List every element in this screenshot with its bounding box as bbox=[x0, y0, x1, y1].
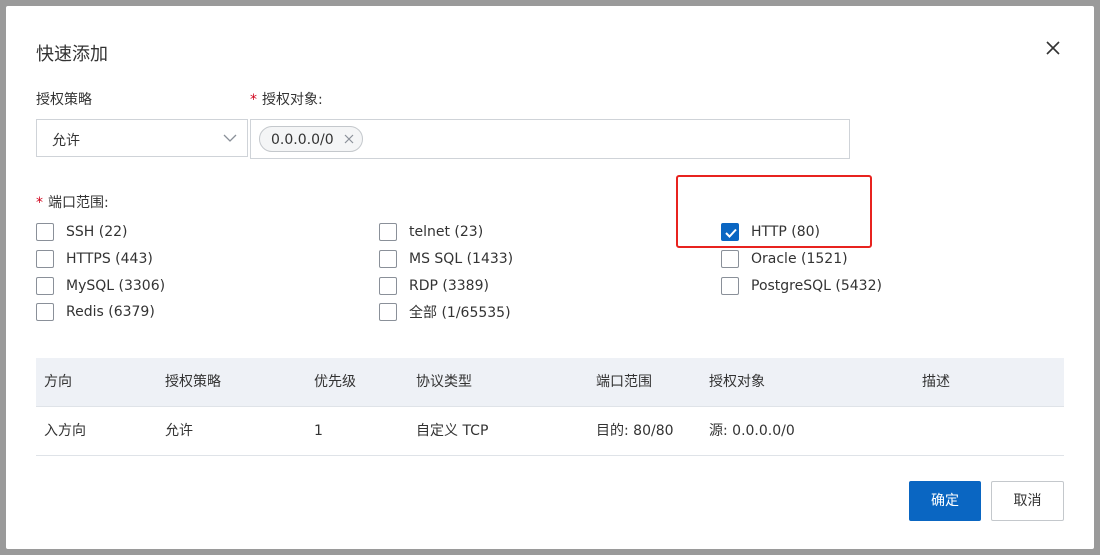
policy-select[interactable]: 允许 bbox=[36, 119, 248, 157]
close-icon[interactable] bbox=[1043, 38, 1063, 58]
highlight-box bbox=[676, 175, 872, 248]
target-tag-label: 0.0.0.0/0 bbox=[271, 132, 334, 148]
port-option-mysql[interactable]: MySQL (3306) bbox=[36, 275, 165, 297]
cell-target: 源: 0.0.0.0/0 bbox=[709, 423, 795, 439]
checkbox[interactable] bbox=[379, 250, 397, 268]
port-option-rdp[interactable]: RDP (3389) bbox=[379, 275, 489, 297]
target-tag: 0.0.0.0/0 bbox=[259, 126, 363, 152]
col-header-target: 授权对象 bbox=[709, 374, 765, 390]
cell-protocol: 自定义 TCP bbox=[416, 423, 489, 439]
table-row: 入方向 允许 1 自定义 TCP 目的: 80/80 源: 0.0.0.0/0 bbox=[36, 407, 1064, 456]
target-tag-input[interactable]: 0.0.0.0/0 bbox=[250, 119, 850, 159]
port-option-label: PostgreSQL (5432) bbox=[751, 278, 882, 294]
cell-policy: 允许 bbox=[165, 423, 193, 439]
checkbox[interactable] bbox=[379, 303, 397, 321]
confirm-button[interactable]: 确定 bbox=[909, 481, 981, 521]
policy-select-value: 允许 bbox=[52, 133, 80, 149]
col-header-port-range: 端口范围 bbox=[596, 374, 652, 390]
cell-direction: 入方向 bbox=[44, 423, 86, 439]
checkbox[interactable] bbox=[36, 223, 54, 241]
ports-label-text: 端口范围: bbox=[48, 195, 109, 211]
tag-remove-icon[interactable] bbox=[343, 133, 355, 145]
port-option-label: Oracle (1521) bbox=[751, 251, 848, 267]
checkbox[interactable] bbox=[36, 250, 54, 268]
port-option-label: MySQL (3306) bbox=[66, 278, 166, 294]
rule-preview-table: 方向 授权策略 优先级 协议类型 端口范围 授权对象 描述 入方向 允许 1 自… bbox=[36, 358, 1064, 456]
port-option-label: RDP (3389) bbox=[409, 278, 489, 294]
port-option-telnet[interactable]: telnet (23) bbox=[379, 221, 483, 243]
policy-label: 授权策略 bbox=[36, 92, 92, 108]
cancel-button[interactable]: 取消 bbox=[991, 481, 1064, 521]
checkbox[interactable] bbox=[721, 250, 739, 268]
port-option-postgresql[interactable]: PostgreSQL (5432) bbox=[721, 275, 882, 297]
port-option-label: SSH (22) bbox=[66, 224, 128, 240]
quick-add-dialog: 快速添加 授权策略 允许 * 授权对象: 0.0.0.0/0 * 端口范围: SSH… bbox=[6, 6, 1094, 549]
table-header: 方向 授权策略 优先级 协议类型 端口范围 授权对象 描述 bbox=[36, 358, 1064, 407]
port-option-ssh[interactable]: SSH (22) bbox=[36, 221, 128, 243]
port-option-label: MS SQL (1433) bbox=[409, 251, 514, 267]
col-header-policy: 授权策略 bbox=[165, 374, 221, 390]
col-header-protocol: 协议类型 bbox=[416, 374, 472, 390]
port-option-label: telnet (23) bbox=[409, 224, 484, 240]
col-header-direction: 方向 bbox=[44, 374, 72, 390]
required-mark: * bbox=[36, 195, 43, 211]
port-option-mssql[interactable]: MS SQL (1433) bbox=[379, 248, 513, 270]
port-option-label: Redis (6379) bbox=[66, 304, 155, 320]
col-header-priority: 优先级 bbox=[314, 374, 356, 390]
required-mark: * bbox=[250, 92, 257, 108]
checkbox[interactable] bbox=[379, 223, 397, 241]
target-label-text: 授权对象: bbox=[262, 92, 323, 108]
port-option-all[interactable]: 全部 (1/65535) bbox=[379, 301, 511, 323]
port-option-oracle[interactable]: Oracle (1521) bbox=[721, 248, 848, 270]
dialog-title: 快速添加 bbox=[36, 44, 108, 65]
port-option-label: HTTPS (443) bbox=[66, 251, 153, 267]
checkbox[interactable] bbox=[721, 277, 739, 295]
checkbox[interactable] bbox=[36, 277, 54, 295]
col-header-description: 描述 bbox=[922, 374, 950, 390]
port-option-redis[interactable]: Redis (6379) bbox=[36, 301, 155, 323]
port-option-https[interactable]: HTTPS (443) bbox=[36, 248, 153, 270]
chevron-down-icon bbox=[223, 134, 237, 142]
ports-label: * 端口范围: bbox=[36, 192, 109, 212]
target-label: * 授权对象: bbox=[250, 89, 323, 109]
checkbox[interactable] bbox=[36, 303, 54, 321]
port-option-label: 全部 (1/65535) bbox=[409, 305, 511, 321]
cell-priority: 1 bbox=[314, 423, 323, 439]
cell-port-range: 目的: 80/80 bbox=[596, 423, 674, 439]
checkbox[interactable] bbox=[379, 277, 397, 295]
